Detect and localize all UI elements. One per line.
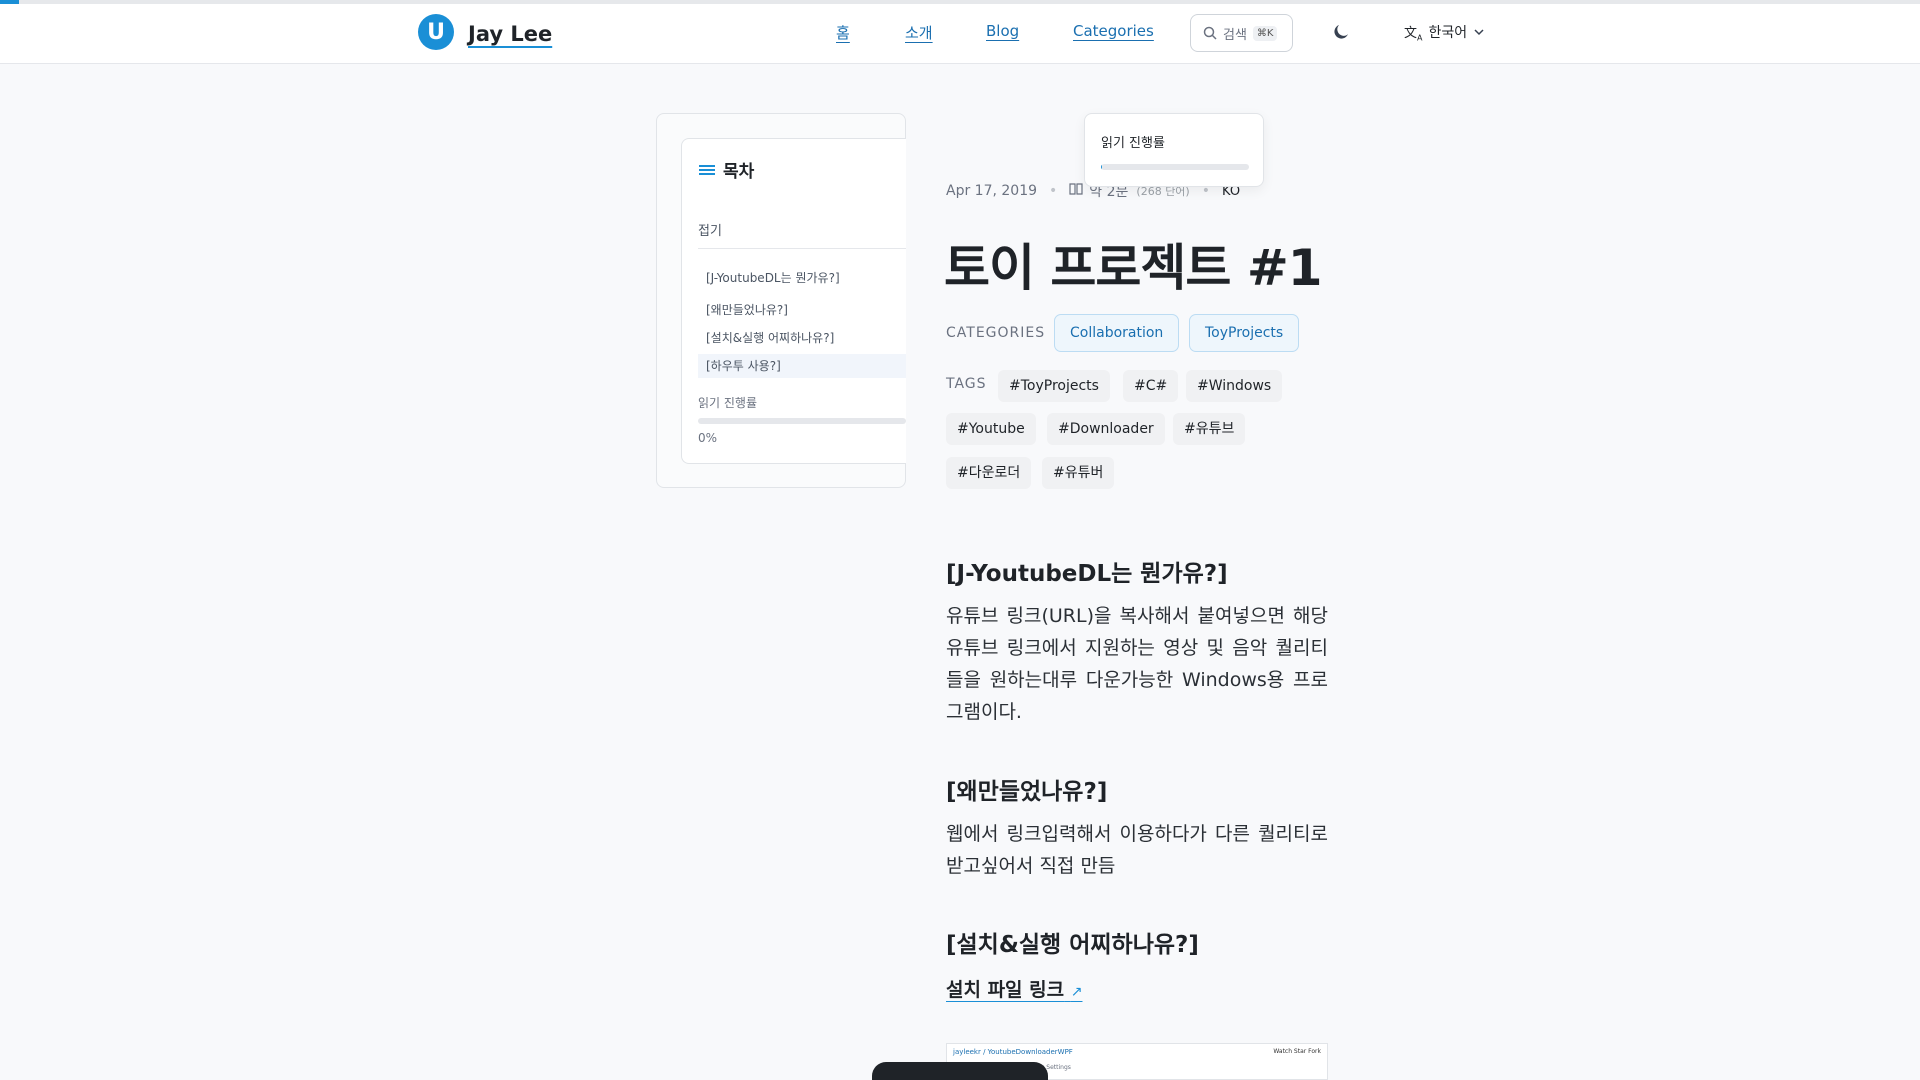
theme-toggle[interactable]	[1332, 22, 1354, 44]
nav-categories[interactable]: Categories	[1073, 22, 1154, 40]
language-label: 한국어	[1428, 25, 1468, 42]
nav-home[interactable]: 홈	[836, 22, 850, 43]
brand-link[interactable]: Jay Lee	[468, 22, 552, 46]
search-icon	[1203, 26, 1217, 40]
tag-chip[interactable]: #C#	[1123, 370, 1179, 402]
tags-label: TAGS	[946, 376, 987, 392]
floating-progress-label: 읽기 진행률	[1101, 136, 1165, 151]
floating-progress-bar	[1101, 164, 1249, 170]
section-body: 웹에서 링크입력해서 이용하다가 다른 퀄리티로 받고싶어서 직접 만듬	[946, 823, 1328, 877]
logo-letter: U	[427, 19, 445, 45]
section-heading: [왜만들었나유?]	[946, 779, 1108, 805]
tag-chip[interactable]: #Youtube	[946, 413, 1036, 445]
category-chip[interactable]: Collaboration	[1054, 314, 1180, 352]
toc-divider	[698, 248, 906, 249]
toc-item[interactable]: [J-YoutubeDL는 뭔가유?]	[698, 266, 906, 290]
tag-chip[interactable]: #ToyProjects	[998, 370, 1110, 402]
moon-icon	[1334, 25, 1348, 39]
floating-reading-progress: 읽기 진행률	[1084, 113, 1264, 187]
tag-chip[interactable]: #다운로더	[946, 457, 1032, 489]
tag-chip[interactable]: #유튜버	[1042, 457, 1115, 489]
screenshot-repo-title: jayleekr / YoutubeDownloaderWPF	[953, 1048, 1073, 1056]
category-chip[interactable]: ToyProjects	[1189, 314, 1300, 352]
toc-progress-value: 0%	[698, 431, 718, 445]
site-header: U Jay Lee 홈 소개 Blog Categories 검색 ⌘K 文A …	[0, 4, 1920, 64]
translate-icon: 文A	[1404, 26, 1423, 43]
search-button[interactable]: 검색 ⌘K	[1190, 14, 1293, 52]
search-shortcut: ⌘K	[1252, 25, 1278, 41]
toc-title: 목차	[699, 157, 754, 182]
language-selector[interactable]: 文A 한국어	[1404, 22, 1485, 43]
install-file-link[interactable]: 설치 파일 링크 ↗	[946, 975, 1082, 1002]
nav-about[interactable]: 소개	[905, 22, 933, 43]
install-link-text: 설치 파일 링크	[946, 979, 1065, 1001]
toc-fold-button[interactable]: 접기	[698, 220, 722, 239]
section-heading: [J-YoutubeDL는 뭔가유?]	[946, 561, 1228, 587]
list-icon	[699, 164, 715, 175]
nav-blog[interactable]: Blog	[986, 22, 1019, 40]
toc-progress-label: 읽기 진행률	[698, 396, 758, 410]
external-link-icon: ↗	[1070, 984, 1083, 1000]
chevron-down-icon	[1474, 29, 1484, 36]
separator-dot: •	[1049, 183, 1058, 199]
post-title: 토이 프로젝트 #1	[944, 239, 1322, 297]
bottom-toolbar[interactable]	[872, 1062, 1048, 1080]
tag-chip[interactable]: #Downloader	[1047, 413, 1165, 445]
toc-item[interactable]: [왜만들었나유?]	[698, 298, 906, 322]
toc-item[interactable]: [설치&실행 어찌하나유?]	[698, 326, 906, 350]
toc-item-active[interactable]: [하우투 사용?]	[698, 354, 906, 378]
section-heading: [설치&실행 어찌하나유?]	[946, 932, 1199, 958]
site-logo[interactable]: U	[418, 14, 454, 50]
toc-title-text: 목차	[723, 162, 755, 182]
toc-progress-bar	[698, 418, 906, 424]
categories-label: CATEGORIES	[946, 325, 1046, 341]
post-date: Apr 17, 2019	[946, 183, 1038, 199]
section-body: 유튜브 링크(URL)을 복사해서 붙여넣으면 해당 유튜브 링크에서 지원하는…	[946, 605, 1328, 723]
book-icon	[1069, 183, 1083, 199]
search-label: 검색	[1223, 27, 1247, 43]
screenshot-repo-buttons: Watch Star Fork	[1273, 1048, 1321, 1055]
tag-chip[interactable]: #유튜브	[1173, 413, 1246, 445]
tag-chip[interactable]: #Windows	[1186, 370, 1283, 402]
